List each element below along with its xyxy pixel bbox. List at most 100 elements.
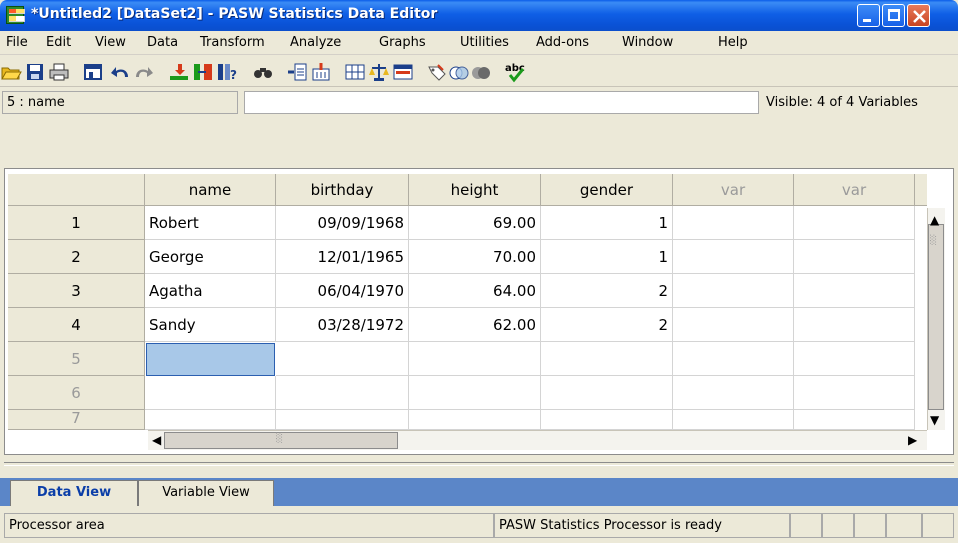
cell-gender[interactable]: 2 [541,274,673,308]
insert-variable-icon[interactable] [310,61,332,83]
cell-var[interactable] [794,206,915,240]
column-header-name[interactable]: name [145,174,276,206]
select-cases-icon[interactable] [392,61,414,83]
scroll-left-icon[interactable]: ◀ [152,433,161,447]
insert-cases-icon[interactable] [286,61,308,83]
cell-height[interactable]: 70.00 [409,240,541,274]
cell-var[interactable] [673,206,794,240]
menu-utilities[interactable]: Utilities [460,35,509,50]
cell-name[interactable]: George [145,240,276,274]
dialog-recall-icon[interactable] [82,61,104,83]
cell-var[interactable] [673,240,794,274]
value-labels-icon[interactable] [426,61,448,83]
scroll-down-icon[interactable]: ▼ [930,414,939,426]
column-header-var[interactable]: var [673,174,794,206]
cell-var[interactable] [794,410,915,430]
cell-height[interactable] [409,342,541,376]
grid-corner[interactable] [8,174,145,206]
goto-variable-icon[interactable] [192,61,214,83]
cell-gender[interactable] [541,376,673,410]
column-header-height[interactable]: height [409,174,541,206]
view-tabs: Data View Variable View [0,478,958,506]
cell-gender[interactable] [541,342,673,376]
scroll-up-icon[interactable]: ▲ [930,214,939,226]
undo-icon[interactable] [110,61,132,83]
open-icon[interactable] [0,61,22,83]
cell-name[interactable] [145,376,276,410]
menu-transform[interactable]: Transform [200,35,265,50]
cell-birthday[interactable]: 09/09/1968 [276,206,409,240]
cell-name[interactable] [145,410,276,430]
redo-icon[interactable] [132,61,154,83]
cell-var[interactable] [673,342,794,376]
menu-edit[interactable]: Edit [46,35,71,50]
selected-cell[interactable] [146,343,275,376]
cell-height[interactable]: 62.00 [409,308,541,342]
row-header[interactable]: 1 [8,206,145,240]
row-header[interactable]: 4 [8,308,145,342]
cell-height[interactable]: 64.00 [409,274,541,308]
menu-view[interactable]: View [95,35,126,50]
app-icon[interactable] [6,6,25,24]
cell-gender[interactable]: 2 [541,308,673,342]
cell-height[interactable]: 69.00 [409,206,541,240]
menu-add-ons[interactable]: Add-ons [536,35,589,50]
variables-icon[interactable]: ? [216,61,238,83]
maximize-button[interactable] [882,4,905,27]
use-sets-icon[interactable] [448,61,470,83]
cell-gender[interactable] [541,410,673,430]
row-header[interactable]: 5 [8,342,145,376]
cell-value-input[interactable] [244,91,759,114]
cell-birthday[interactable]: 06/04/1970 [276,274,409,308]
cell-var[interactable] [673,410,794,430]
column-header-var[interactable]: var [794,174,915,206]
minimize-button[interactable] [857,4,880,27]
menu-graphs[interactable]: Graphs [379,35,426,50]
cell-birthday[interactable] [276,410,409,430]
cell-birthday[interactable]: 03/28/1972 [276,308,409,342]
tab-data-view[interactable]: Data View [10,480,138,506]
cell-var[interactable] [794,240,915,274]
weight-cases-icon[interactable] [368,61,390,83]
split-file-icon[interactable] [344,61,366,83]
menu-file[interactable]: File [6,35,28,50]
cell-birthday[interactable] [276,376,409,410]
menu-help[interactable]: Help [718,35,748,50]
title-bar[interactable]: *Untitled2 [DataSet2] - PASW Statistics … [0,0,958,31]
menu-window[interactable]: Window [622,35,673,50]
row-header[interactable]: 3 [8,274,145,308]
close-button[interactable] [907,4,930,27]
cell-var[interactable] [673,274,794,308]
cell-height[interactable] [409,410,541,430]
goto-case-icon[interactable] [168,61,190,83]
cell-birthday[interactable]: 12/01/1965 [276,240,409,274]
menu-data[interactable]: Data [147,35,178,50]
vertical-scroll-thumb[interactable] [928,224,944,410]
cell-var[interactable] [673,376,794,410]
cell-var[interactable] [673,308,794,342]
cell-birthday[interactable] [276,342,409,376]
cell-var[interactable] [794,308,915,342]
row-header[interactable]: 7 [8,410,145,430]
cell-height[interactable] [409,376,541,410]
cell-var[interactable] [794,274,915,308]
scroll-right-icon[interactable]: ▶ [908,433,917,447]
row-header[interactable]: 6 [8,376,145,410]
row-header[interactable]: 2 [8,240,145,274]
save-icon[interactable] [24,61,46,83]
cell-name[interactable]: Robert [145,206,276,240]
cell-name[interactable]: Sandy [145,308,276,342]
find-icon[interactable] [252,61,274,83]
cell-var[interactable] [794,342,915,376]
cell-var[interactable] [794,376,915,410]
cell-name[interactable]: Agatha [145,274,276,308]
column-header-gender[interactable]: gender [541,174,673,206]
column-header-birthday[interactable]: birthday [276,174,409,206]
spelling-icon[interactable]: abc [504,61,526,83]
print-icon[interactable] [48,61,70,83]
tab-variable-view[interactable]: Variable View [138,480,274,506]
menu-analyze[interactable]: Analyze [290,35,341,50]
show-all-variables-icon[interactable] [470,61,492,83]
cell-gender[interactable]: 1 [541,206,673,240]
cell-gender[interactable]: 1 [541,240,673,274]
